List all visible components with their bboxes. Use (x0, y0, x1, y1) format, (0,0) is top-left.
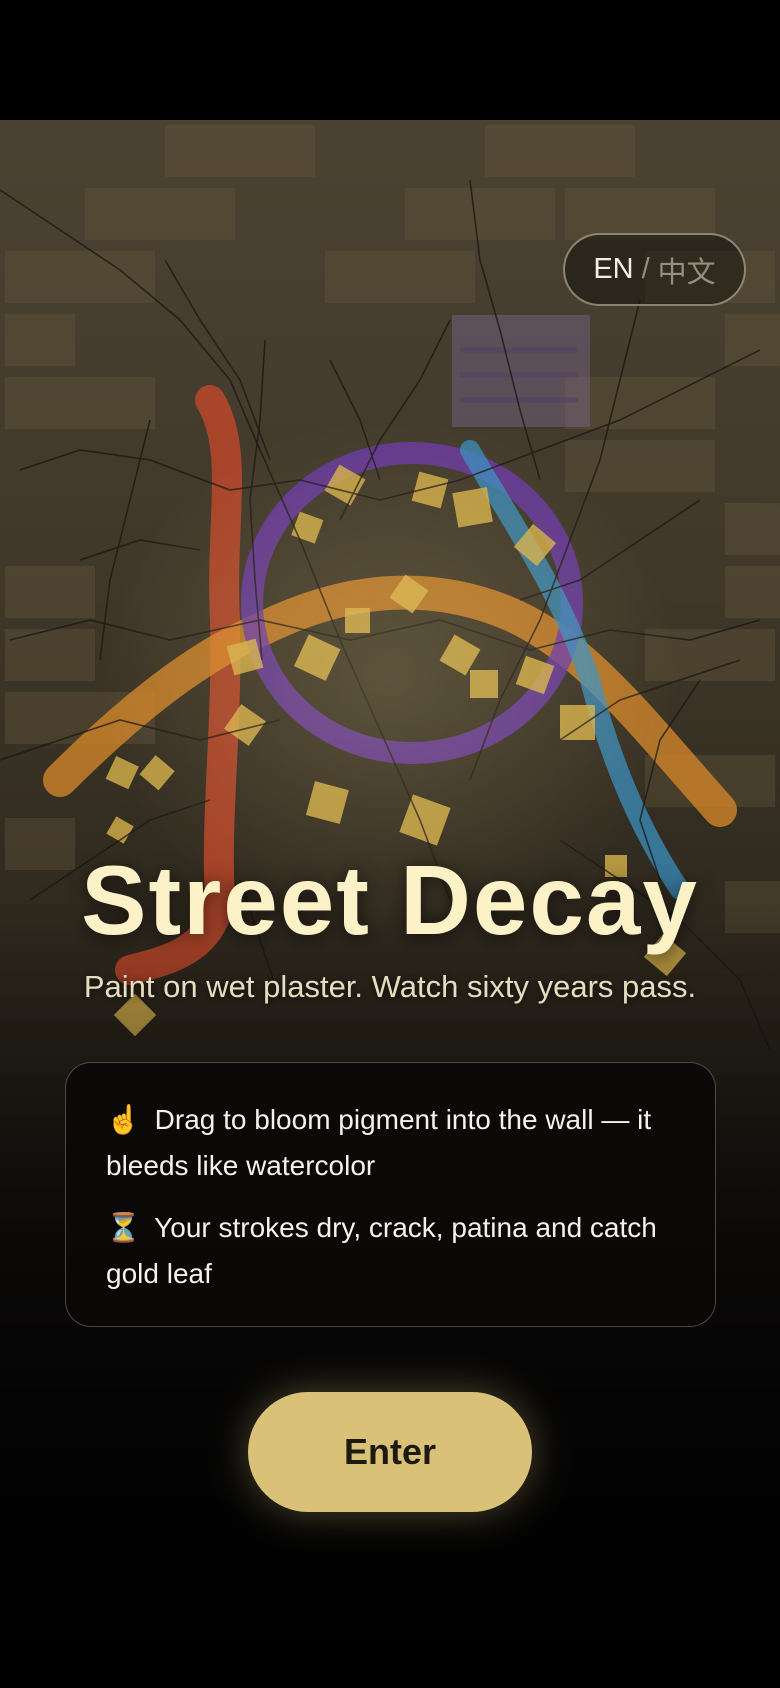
hint-drag: ☝ Drag to bloom pigment into the wall — … (106, 1097, 675, 1189)
app-screen: EN / 中文 Street Decay Paint on wet plaste… (0, 0, 780, 1688)
hourglass-icon: ⏳ (106, 1212, 141, 1243)
hint-aging: ⏳ Your strokes dry, crack, patina and ca… (106, 1205, 675, 1297)
app-subtitle: Paint on wet plaster. Watch sixty years … (83, 969, 697, 1004)
enter-button[interactable]: Enter (248, 1392, 532, 1512)
lang-zh-label[interactable]: 中文 (658, 249, 716, 291)
hint-aging-text: Your strokes dry, crack, patina and catc… (106, 1212, 657, 1289)
pointing-finger-icon: ☝ (106, 1104, 141, 1135)
status-bar-area (0, 0, 780, 120)
app-title: Street Decay (81, 845, 699, 955)
lang-separator: / (641, 253, 650, 285)
language-toggle[interactable]: EN / 中文 (563, 233, 746, 306)
lang-en-label[interactable]: EN (593, 253, 633, 286)
instructions-card: ☝ Drag to bloom pigment into the wall — … (65, 1062, 716, 1327)
hint-drag-text: Drag to bloom pigment into the wall — it… (106, 1104, 652, 1181)
faded-poster (452, 315, 590, 427)
